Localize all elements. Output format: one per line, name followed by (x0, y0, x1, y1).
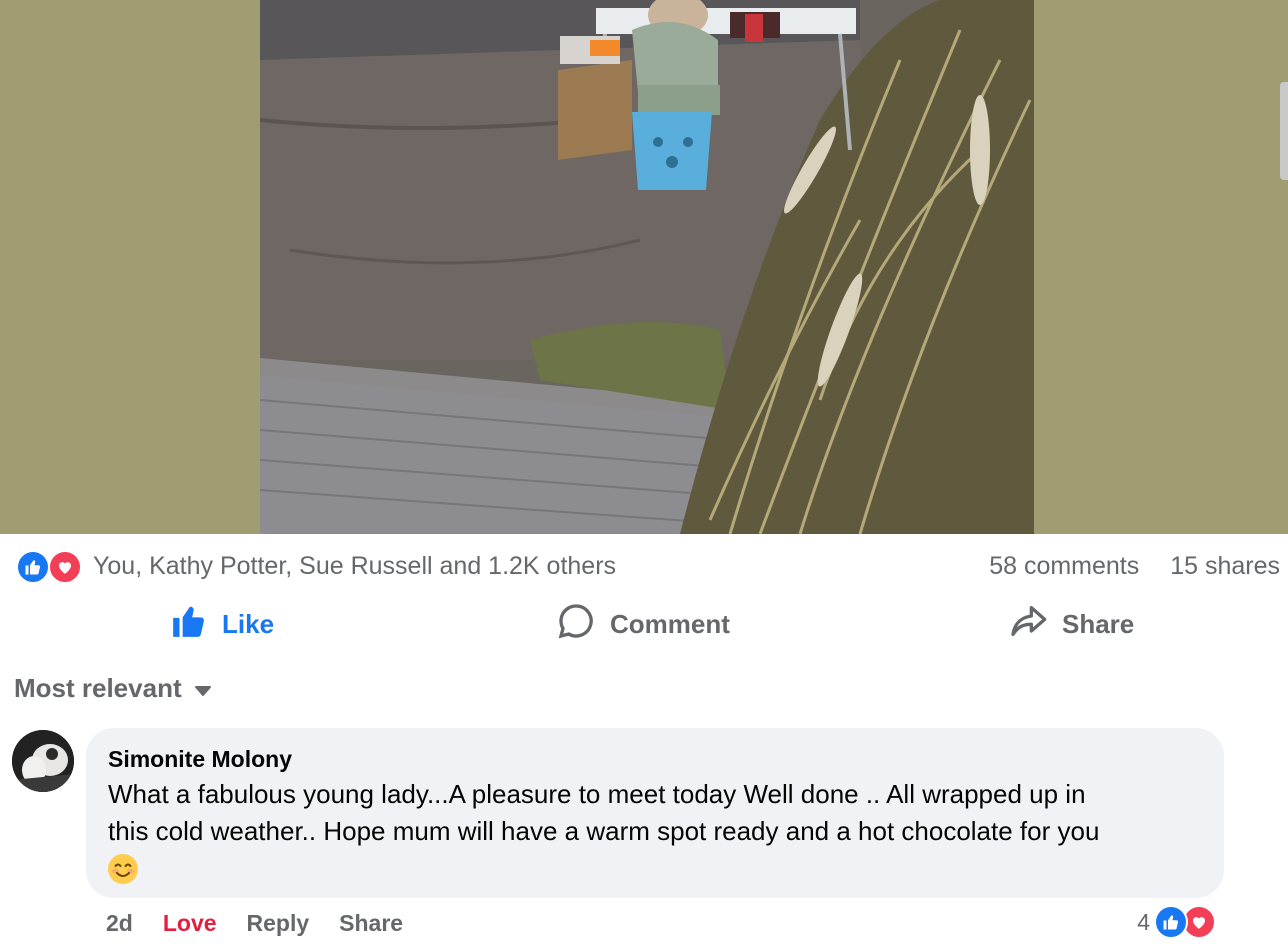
share-arrow-icon (1008, 601, 1048, 648)
like-reaction-icon (16, 550, 50, 584)
comments-count-link[interactable]: 58 comments (989, 552, 1139, 580)
post-counts: 58 comments 15 shares (989, 552, 1280, 581)
comment-author[interactable]: Simonite Molony (108, 744, 1202, 774)
post-actions-bar: Like Comment Share (0, 600, 1288, 648)
sort-label: Most relevant (14, 672, 182, 703)
share-label: Share (1062, 608, 1135, 639)
comment-meta: 2d Love Reply Share (106, 906, 433, 940)
reactions-summary-bar: You, Kathy Potter, Sue Russell and 1.2K … (0, 534, 1288, 600)
thumbs-up-icon (170, 602, 208, 647)
comment-bubble-icon (556, 601, 596, 648)
scrollbar-thumb[interactable] (1280, 82, 1288, 180)
like-label: Like (222, 608, 275, 639)
comment-text: What a fabulous young lady...A pleasure … (108, 779, 1100, 846)
comment-share-button[interactable]: Share (339, 910, 403, 937)
reactions-names[interactable]: You, Kathy Potter, Sue Russell and 1.2K … (93, 552, 616, 581)
share-button[interactable]: Share (1008, 600, 1134, 648)
love-reaction-icon (48, 550, 82, 584)
like-button[interactable]: Like (170, 600, 274, 648)
avatar[interactable] (12, 730, 74, 792)
reaction-icons[interactable] (16, 550, 86, 584)
caret-down-icon (194, 673, 212, 704)
comment-reaction-count: 4 (1137, 908, 1150, 935)
comment-reaction-icons (1154, 905, 1218, 939)
like-reaction-icon (1154, 905, 1188, 939)
post-photo[interactable] (260, 0, 1034, 534)
smiling-face-icon (108, 854, 138, 884)
comment-label: Comment (610, 608, 730, 639)
comment-reactions[interactable]: 4 (1137, 904, 1218, 940)
comment-bubble: Simonite Molony What a fabulous young la… (86, 728, 1224, 898)
comment-button[interactable]: Comment (556, 600, 730, 648)
comment-love-button[interactable]: Love (163, 910, 217, 937)
comment-sort-dropdown[interactable]: Most relevant (14, 670, 212, 706)
post-photo-container (0, 0, 1288, 534)
comment-timestamp[interactable]: 2d (106, 910, 133, 937)
comment-reply-button[interactable]: Reply (247, 910, 310, 937)
shares-count-link[interactable]: 15 shares (1170, 552, 1280, 580)
